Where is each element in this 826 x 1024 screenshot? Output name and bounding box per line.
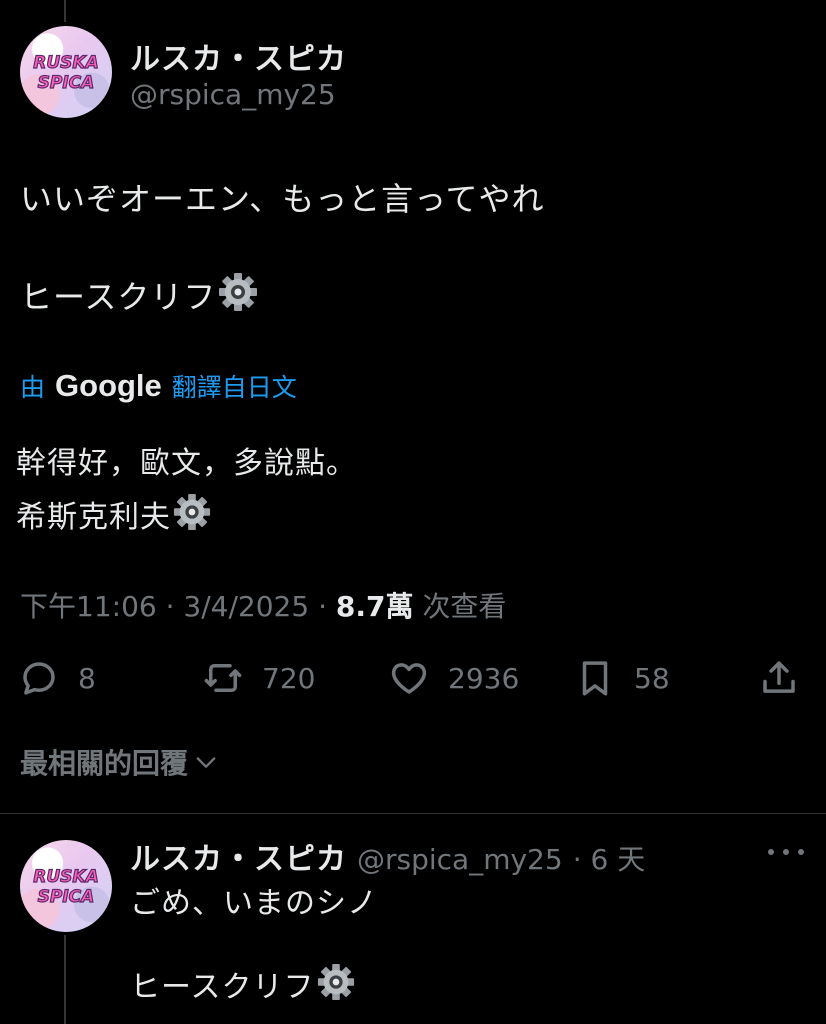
share-icon xyxy=(763,661,795,693)
more-icon[interactable] xyxy=(768,840,804,864)
views-count[interactable]: 8.7萬 xyxy=(336,590,414,623)
svg-text:RUSKA: RUSKA xyxy=(33,867,98,887)
tweet-text-line-1: いいぞオーエン、もっと言ってやれ xyxy=(20,180,545,218)
bookmark-icon xyxy=(582,661,608,696)
gear-emoji-icon xyxy=(317,963,355,1009)
reply-count: 8 xyxy=(78,661,96,695)
chevron-down-icon xyxy=(196,757,216,768)
tweet-date[interactable]: 3/4/2025 xyxy=(183,590,309,623)
reply-icon xyxy=(23,662,55,695)
replies-sort-label: 最相關的回覆 xyxy=(20,747,189,780)
reply-author-handle[interactable]: @rspica_my25 xyxy=(357,843,563,876)
reply-time[interactable]: · 6 天 xyxy=(573,838,646,878)
translation-prefix: 由 xyxy=(20,373,46,402)
reply-text-line-1: ごめ、いまのシノ xyxy=(130,886,378,921)
reply-text-line-2: ヒースクリフ xyxy=(130,962,355,1009)
tweet-time[interactable]: 下午11:06 xyxy=(20,590,157,623)
reply-author-name[interactable]: ルスカ・スピカ xyxy=(130,834,347,878)
google-brand: Google xyxy=(55,368,162,403)
gear-emoji-icon xyxy=(218,272,258,320)
replies-sort-dropdown[interactable]: 最相關的回覆 xyxy=(20,742,220,782)
reply-button[interactable]: 8 xyxy=(18,650,96,706)
translated-text-line-1: 幹得好，歐文，多說點。 xyxy=(16,446,357,481)
section-divider xyxy=(0,813,826,814)
repost-icon xyxy=(204,664,242,692)
svg-text:RUSKA: RUSKA xyxy=(33,53,98,73)
meta-separator: · xyxy=(156,590,184,623)
avatar-logo-icon: RUSKA SPICA xyxy=(33,52,100,93)
action-bar: 8 720 2936 58 xyxy=(0,650,826,706)
bookmark-button[interactable]: 58 xyxy=(574,650,670,706)
author-name[interactable]: ルスカ・スピカ xyxy=(130,34,347,78)
repost-button[interactable]: 720 xyxy=(202,650,315,706)
svg-text:SPICA: SPICA xyxy=(38,73,95,93)
translated-text-line-2: 希斯克利夫 xyxy=(16,492,211,539)
bookmark-count: 58 xyxy=(634,661,670,695)
share-button[interactable] xyxy=(758,650,800,706)
translation-suffix: 翻譯自日文 xyxy=(171,373,297,402)
reply-author-avatar[interactable]: RUSKA SPICA xyxy=(20,840,112,932)
reply-signature: ヒースクリフ xyxy=(130,970,315,1005)
like-count: 2936 xyxy=(448,661,520,695)
svg-text:SPICA: SPICA xyxy=(38,887,95,907)
thread-line xyxy=(64,0,66,22)
tweet-text-line-2: ヒースクリフ xyxy=(20,272,258,320)
meta-separator: · xyxy=(309,590,336,623)
translation-attribution[interactable]: 由 Google 翻譯自日文 xyxy=(20,368,297,404)
like-icon xyxy=(391,663,427,694)
tweet-text-signature: ヒースクリフ xyxy=(20,278,217,316)
repost-count: 720 xyxy=(262,661,316,695)
reply-header: ルスカ・スピカ @rspica_my25 · 6 天 xyxy=(130,834,645,878)
tweet-meta: 下午11:06 · 3/4/2025 · 8.7萬 次查看 xyxy=(20,585,506,625)
like-button[interactable]: 2936 xyxy=(388,650,519,706)
views-label: 次查看 xyxy=(413,590,507,623)
author-handle[interactable]: @rspica_my25 xyxy=(130,78,336,111)
avatar-logo-icon: RUSKA SPICA xyxy=(33,866,100,907)
thread-line xyxy=(64,935,66,1024)
author-avatar[interactable]: RUSKA SPICA xyxy=(20,26,112,118)
gear-emoji-icon xyxy=(173,493,211,539)
translated-signature: 希斯克利夫 xyxy=(16,500,171,535)
